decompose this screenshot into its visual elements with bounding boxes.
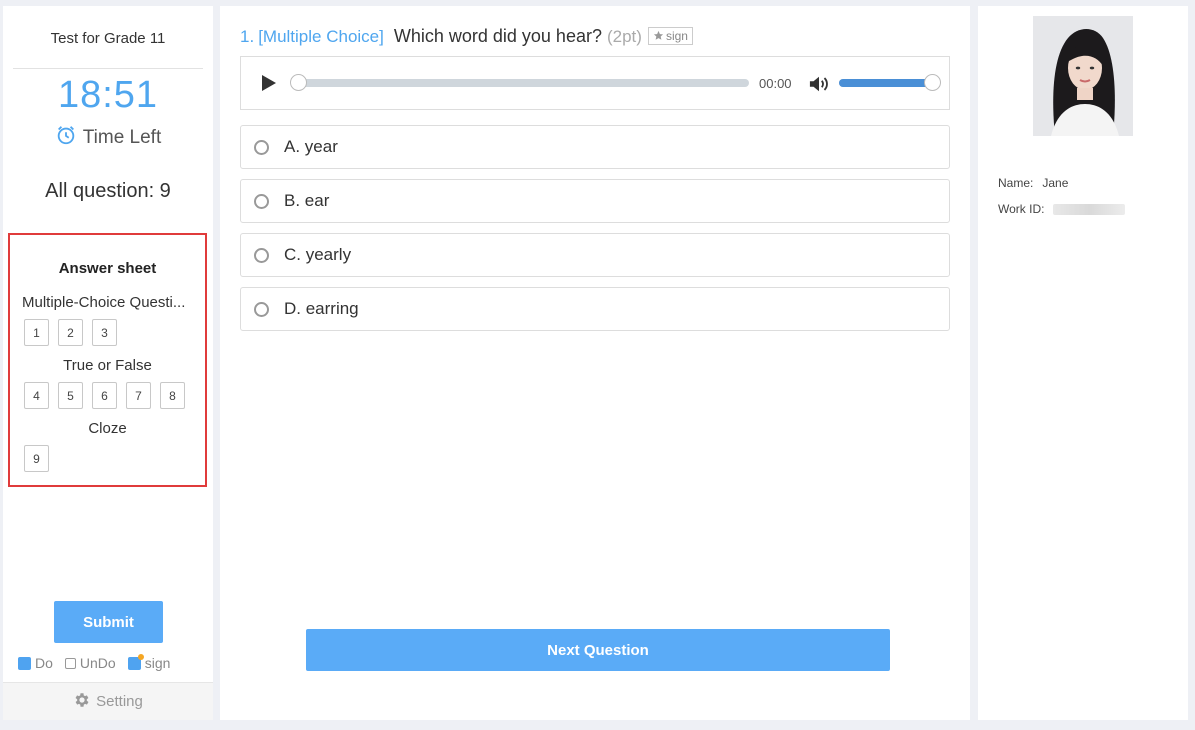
person-photo-icon	[1033, 16, 1133, 136]
section-label-cloze: Cloze	[88, 420, 127, 437]
sign-swatch-icon	[127, 653, 144, 670]
answer-sheet: Answer sheet Multiple-Choice Questi... 1…	[8, 233, 207, 487]
profile-work-id-row: Work ID:	[998, 202, 1126, 216]
volume-slider[interactable]	[839, 74, 941, 91]
status-legend: Do UnDo sign	[18, 653, 182, 671]
profile-name-row: Name: Jane	[998, 176, 1068, 190]
audio-player: 00:00	[240, 56, 950, 110]
name-label: Name:	[998, 176, 1034, 190]
option-b-radio[interactable]	[254, 193, 269, 209]
option-c[interactable]: C. yearly	[240, 233, 950, 277]
next-question-button[interactable]: Next Question	[306, 629, 890, 671]
legend-sign-label: sign	[144, 655, 171, 671]
all-questions-count: All question: 9	[45, 180, 171, 202]
legend-undo: UnDo	[64, 655, 116, 671]
work-id-redacted	[1053, 203, 1126, 215]
question-box-7[interactable]: 7	[126, 382, 151, 409]
question-number: 1.	[240, 27, 255, 46]
question-text: Which word did you hear?	[393, 26, 602, 46]
alarm-clock-icon	[55, 124, 77, 152]
gear-icon	[73, 691, 91, 713]
exam-title: Test for Grade 11	[50, 30, 166, 47]
section-label-multiple-choice: Multiple-Choice Questi...	[22, 294, 186, 311]
legend-sign: sign	[127, 653, 171, 671]
audio-progress-handle[interactable]	[290, 74, 307, 91]
option-a-label: A. year	[284, 137, 338, 156]
star-icon	[653, 30, 664, 40]
option-d-label: D. earring	[284, 299, 359, 318]
option-d-radio[interactable]	[254, 301, 269, 317]
question-box-4[interactable]: 4	[24, 382, 49, 409]
option-b[interactable]: B. ear	[240, 179, 950, 223]
audio-time: 00:00	[759, 76, 792, 91]
question-box-6[interactable]: 6	[92, 382, 117, 409]
section-label-true-false: True or False	[63, 357, 152, 374]
option-c-label: C. yearly	[284, 245, 352, 264]
question-panel: 1. [Multiple Choice] Which word did you …	[220, 6, 970, 720]
question-box-3[interactable]: 3	[92, 319, 117, 346]
volume-slider-handle[interactable]	[924, 74, 941, 91]
submit-button[interactable]: Submit	[54, 601, 163, 643]
question-box-9[interactable]: 9	[24, 445, 49, 472]
do-swatch-icon	[18, 656, 31, 670]
option-b-label: B. ear	[284, 191, 330, 210]
question-box-5[interactable]: 5	[58, 382, 83, 409]
question-box-8[interactable]: 8	[160, 382, 185, 409]
legend-do-label: Do	[35, 655, 53, 671]
avatar	[1033, 16, 1133, 136]
time-left-label: Time Left	[82, 127, 162, 148]
divider	[13, 68, 203, 69]
legend-undo-label: UnDo	[79, 655, 116, 671]
question-box-2[interactable]: 2	[58, 319, 83, 346]
sign-question-button[interactable]: sign	[647, 26, 693, 45]
countdown-timer: 18:51	[57, 74, 159, 116]
volume-icon[interactable]	[808, 74, 830, 94]
undo-swatch-icon	[64, 657, 76, 669]
question-box-1[interactable]: 1	[24, 319, 49, 346]
audio-progress-bar[interactable]	[290, 74, 749, 91]
answer-sheet-title: Answer sheet	[58, 260, 157, 277]
legend-do: Do	[18, 655, 53, 671]
option-a[interactable]: A. year	[240, 125, 950, 169]
question-header: 1. [Multiple Choice] Which word did you …	[240, 26, 693, 47]
profile-panel: Name: Jane Work ID:	[978, 6, 1188, 720]
option-c-radio[interactable]	[254, 247, 269, 263]
setting-button[interactable]: Setting	[3, 682, 213, 720]
question-type: [Multiple Choice]	[258, 27, 384, 46]
option-a-radio[interactable]	[254, 139, 269, 155]
name-value: Jane	[1042, 176, 1069, 190]
sign-label: sign	[665, 28, 688, 43]
work-id-label: Work ID:	[998, 202, 1045, 216]
question-points: (2pt)	[606, 27, 642, 46]
option-d[interactable]: D. earring	[240, 287, 950, 331]
play-icon[interactable]	[258, 73, 278, 93]
setting-label: Setting	[96, 693, 143, 710]
time-left-label-row: Time Left	[3, 124, 213, 152]
volume-slider-fill	[839, 79, 933, 87]
left-panel: Test for Grade 11 18:51 Time Left All qu…	[3, 6, 213, 720]
